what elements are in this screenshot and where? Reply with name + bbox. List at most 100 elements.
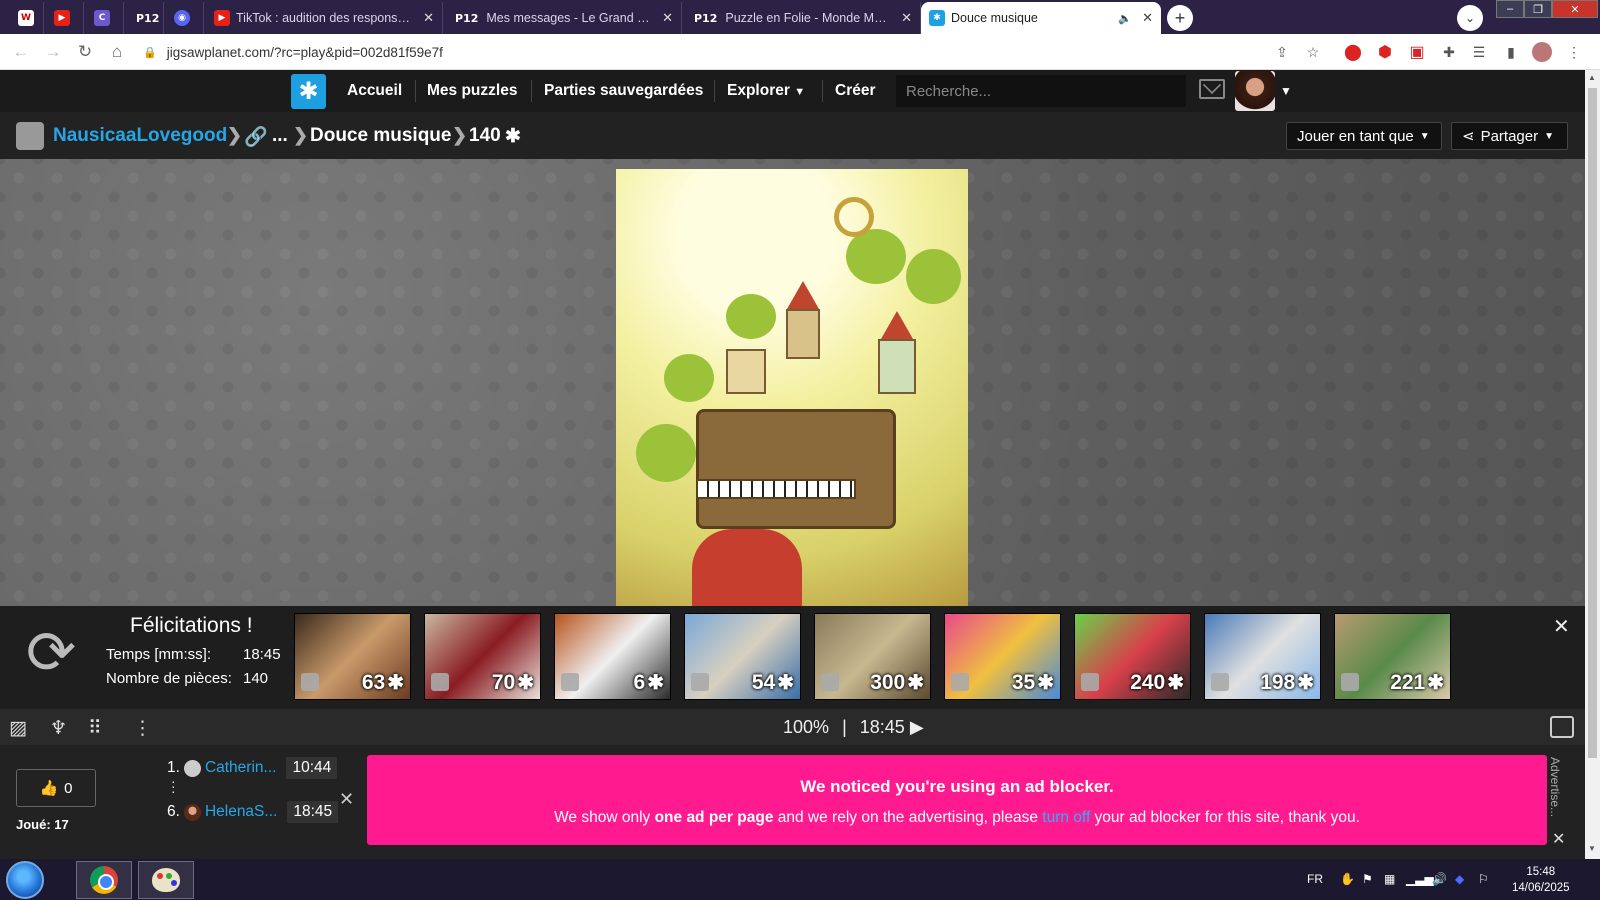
taskbar-chrome[interactable] — [76, 861, 132, 899]
suggested-puzzle-thumbnail[interactable]: 300 ✱ — [814, 613, 931, 700]
start-button[interactable] — [6, 861, 44, 899]
reload-icon[interactable]: ↻ — [74, 41, 96, 63]
minimize-button[interactable]: ‒ — [1496, 0, 1524, 18]
tab-discord[interactable]: ◉ — [166, 2, 204, 34]
extensions-puzzle-icon[interactable]: ✚ — [1439, 42, 1459, 62]
play-as-dropdown[interactable]: Jouer en tant que ▼ — [1286, 122, 1442, 150]
share-page-icon[interactable]: ⇪ — [1272, 42, 1292, 62]
remove-score-icon[interactable]: ✕ — [339, 789, 354, 810]
forward-icon[interactable]: → — [42, 41, 64, 63]
abp-extension-icon[interactable]: ⬢ — [1375, 42, 1395, 62]
tab-search-button[interactable]: ⌄ — [1457, 5, 1483, 31]
volume-icon[interactable]: 🔊 — [1432, 872, 1447, 886]
suggested-puzzle-thumbnail[interactable]: 63 ✱ — [294, 613, 411, 700]
tab-mes-messages[interactable]: P12 Mes messages - Le Grand Escalie ✕ — [445, 2, 682, 34]
new-tab-button[interactable]: + — [1167, 5, 1193, 31]
nav-create[interactable]: Créer — [835, 82, 876, 100]
profile-avatar-icon[interactable] — [1532, 42, 1552, 62]
more-options-icon[interactable]: ⋮ — [133, 717, 152, 739]
scroll-down-icon[interactable]: ▼ — [1588, 844, 1596, 853]
mail-icon[interactable] — [1199, 79, 1225, 99]
windows-taskbar: FR ✋ ⚑ ▦ ▁▃▅ 🔊 ◆ ⚐ 15:48 14/06/2025 — [0, 859, 1600, 900]
reading-list-icon[interactable]: ☰ — [1469, 42, 1489, 62]
leaderboard-row: 1. Catherin... 10:44 — [167, 757, 338, 779]
more-ranks-icon[interactable]: · · · — [171, 774, 176, 798]
close-tab-icon[interactable]: ✕ — [662, 10, 673, 26]
tab-p12[interactable]: P12 — [126, 2, 164, 34]
extension-red-icon[interactable]: ▣ — [1407, 42, 1427, 62]
rank-number: 6. — [167, 803, 180, 820]
bookmark-star-icon[interactable]: ☆ — [1303, 42, 1323, 62]
puzzle-play-area[interactable] — [0, 159, 1585, 606]
page-scrollbar[interactable]: ▲ ▼ — [1585, 70, 1600, 859]
tab-tweetdeck[interactable]: C — [86, 2, 124, 34]
ghost-image-icon[interactable]: ♆ — [50, 717, 67, 739]
tab-douce-musique[interactable]: ✱ Douce musique 🔈 ✕ — [921, 2, 1161, 34]
suggested-puzzle-thumbnail[interactable]: 54 ✱ — [684, 613, 801, 700]
play-icon[interactable]: ▶ — [910, 717, 924, 737]
tray-app-icon[interactable]: ▦ — [1384, 872, 1395, 886]
player-name[interactable]: Catherin... — [205, 759, 277, 777]
nav-saved-games[interactable]: Parties sauvegardées — [544, 82, 703, 100]
breadcrumb-user[interactable]: NausicaaLovegood — [53, 125, 227, 147]
language-indicator[interactable]: FR — [1307, 872, 1323, 886]
home-icon[interactable]: ⌂ — [106, 41, 128, 63]
breadcrumb-puzzle-title: Douce musique — [310, 125, 452, 146]
fullscreen-icon[interactable] — [1550, 716, 1574, 738]
maximize-button[interactable]: ❐ — [1524, 0, 1552, 18]
close-icon[interactable]: ✕ — [1553, 614, 1570, 639]
suggested-puzzle-thumbnail[interactable]: 240 ✱ — [1074, 613, 1191, 700]
image-piano — [696, 409, 896, 529]
adblock-extension-icon[interactable]: ⬤ — [1343, 42, 1363, 62]
player-name[interactable]: HelenaS... — [205, 803, 277, 821]
suggested-puzzle-thumbnail[interactable]: 221 ✱ — [1334, 613, 1451, 700]
scrollbar-thumb[interactable] — [1588, 88, 1597, 758]
close-icon[interactable]: ✕ — [1552, 829, 1565, 849]
user-avatar[interactable] — [1235, 71, 1275, 111]
restart-icon[interactable]: ⟳ — [20, 622, 82, 684]
search-input[interactable] — [896, 75, 1186, 107]
close-tab-icon[interactable]: ✕ — [1142, 10, 1153, 26]
suggested-puzzle-thumbnail[interactable]: 6 ✱ — [554, 613, 671, 700]
turn-off-link[interactable]: turn off — [1042, 809, 1090, 826]
breadcrumb-ellipsis[interactable]: ... — [272, 125, 288, 147]
nav-my-puzzles[interactable]: Mes puzzles — [427, 82, 517, 100]
tray-app-icon[interactable]: ◆ — [1455, 872, 1464, 886]
link-icon[interactable]: 🔗 — [244, 125, 268, 149]
tab-puzzle-en-folie[interactable]: P12 Puzzle en Folie - Monde Moldu - ✕ — [684, 2, 921, 34]
adblock-text: and we rely on the advertising, please — [773, 809, 1043, 826]
jigsawplanet-logo-icon[interactable]: ✱ — [291, 74, 326, 109]
back-icon[interactable]: ← — [10, 41, 32, 63]
image-leaf — [726, 294, 776, 339]
close-window-button[interactable]: ✕ — [1552, 0, 1598, 18]
scroll-up-icon[interactable]: ▲ — [1588, 73, 1596, 82]
taskbar-paint[interactable] — [138, 861, 194, 899]
caret-down-icon[interactable]: ▼ — [1280, 84, 1292, 98]
audio-icon[interactable]: 🔈 — [1118, 12, 1132, 25]
chrome-menu-icon[interactable]: ⋮ — [1564, 42, 1584, 62]
suggested-puzzle-thumbnail[interactable]: 35 ✱ — [944, 613, 1061, 700]
share-dropdown[interactable]: ⋖ Partager ▼ — [1451, 122, 1568, 150]
puzzle-piece-icon: ✱ — [907, 672, 924, 694]
preview-image-icon[interactable]: ▨ — [9, 717, 27, 739]
nav-explore[interactable]: Explorer ▼ — [727, 82, 805, 100]
advertise-label[interactable]: Advertise... — [1548, 757, 1562, 817]
action-center-flag-icon[interactable]: ⚐ — [1478, 872, 1489, 886]
tab-tiktok[interactable]: ▶ TikTok : audition des responsable ✕ — [206, 2, 443, 34]
suggested-puzzle-thumbnail[interactable]: 198 ✱ — [1204, 613, 1321, 700]
network-signal-icon[interactable]: ▁▃▅ — [1406, 872, 1434, 886]
suggested-puzzle-thumbnail[interactable]: 70 ✱ — [424, 613, 541, 700]
nav-home[interactable]: Accueil — [347, 82, 402, 100]
close-tab-icon[interactable]: ✕ — [901, 10, 912, 26]
like-button[interactable]: 👍 0 — [16, 769, 96, 807]
address-bar[interactable]: 🔒 jigsawplanet.com/?rc=play&pid=002d81f5… — [143, 39, 1338, 65]
tray-app-icon[interactable]: ✋ — [1340, 872, 1355, 886]
tab-word[interactable]: W — [10, 2, 44, 34]
piece-count-badge: 300 ✱ — [870, 670, 924, 695]
close-tab-icon[interactable]: ✕ — [423, 10, 434, 26]
tray-app-icon[interactable]: ⚑ — [1362, 872, 1373, 886]
arrange-pieces-icon[interactable]: ⠿ — [88, 717, 102, 739]
side-panel-icon[interactable]: ▮ — [1501, 42, 1521, 62]
tab-youtube[interactable]: ▶ — [46, 2, 84, 34]
system-clock[interactable]: 15:48 14/06/2025 — [1512, 864, 1570, 896]
